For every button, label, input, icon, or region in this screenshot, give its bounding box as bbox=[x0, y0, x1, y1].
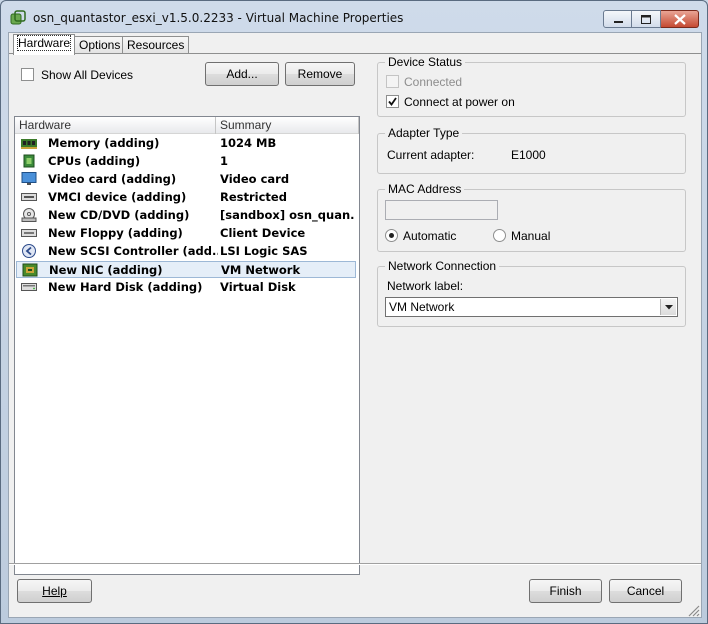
mac-automatic-label: Automatic bbox=[403, 229, 457, 243]
cpu-icon bbox=[23, 154, 35, 168]
minimize-button[interactable] bbox=[603, 10, 632, 28]
network-card-icon bbox=[22, 263, 38, 277]
maximize-button[interactable] bbox=[632, 10, 661, 28]
network-label-value: VM Network bbox=[389, 300, 455, 314]
connect-at-power-on-label: Connect at power on bbox=[404, 95, 515, 109]
vm-app-icon bbox=[10, 10, 26, 25]
cd-dvd-icon bbox=[21, 208, 37, 222]
mac-automatic-radio[interactable] bbox=[385, 229, 398, 242]
device-status-group: Device Status Connected Connect at power… bbox=[377, 55, 686, 117]
mac-manual-label: Manual bbox=[511, 229, 551, 243]
tab-resources[interactable]: Resources bbox=[122, 36, 190, 54]
list-item[interactable]: New Floppy (adding) Client Device bbox=[16, 225, 356, 242]
finish-button[interactable]: Finish bbox=[529, 579, 602, 603]
cancel-button[interactable]: Cancel bbox=[609, 579, 682, 603]
checkmark-icon bbox=[388, 97, 397, 106]
memory-icon bbox=[21, 139, 37, 149]
close-icon bbox=[674, 14, 686, 25]
add-device-button[interactable]: Add... bbox=[205, 62, 279, 86]
show-all-devices-checkbox[interactable] bbox=[21, 68, 34, 81]
close-button[interactable] bbox=[661, 10, 699, 28]
device-status-title: Device Status bbox=[385, 55, 466, 69]
monitor-icon bbox=[21, 172, 37, 185]
vmci-icon bbox=[21, 193, 37, 201]
scsi-controller-icon bbox=[22, 244, 36, 258]
hardware-list-header: Hardware Summary bbox=[15, 117, 359, 134]
connect-at-power-on-checkbox[interactable] bbox=[386, 95, 399, 108]
mac-manual-radio[interactable] bbox=[493, 229, 506, 242]
list-item[interactable]: Memory (adding) 1024 MB bbox=[16, 135, 356, 152]
connected-label: Connected bbox=[404, 75, 463, 89]
footer-divider bbox=[9, 563, 701, 565]
list-item[interactable]: VMCI device (adding) Restricted bbox=[16, 189, 356, 206]
list-item-selected[interactable]: New NIC (adding) VM Network bbox=[16, 261, 356, 278]
network-connection-group: Network Connection Network label: VM Net… bbox=[377, 259, 686, 327]
mac-address-title: MAC Address bbox=[385, 182, 465, 196]
help-button[interactable]: Help bbox=[17, 579, 92, 603]
window-title: osn_quantastor_esxi_v1.5.0.2233 - Virtua… bbox=[33, 11, 404, 25]
column-summary[interactable]: Summary bbox=[216, 117, 359, 134]
chevron-down-icon[interactable] bbox=[660, 299, 676, 315]
floppy-icon bbox=[21, 229, 37, 237]
resize-grip-icon[interactable] bbox=[686, 603, 700, 617]
tab-options[interactable]: Options bbox=[74, 36, 126, 54]
vm-properties-window: osn_quantastor_esxi_v1.5.0.2233 - Virtua… bbox=[0, 0, 708, 624]
minimize-icon bbox=[614, 21, 623, 23]
show-all-devices-label: Show All Devices bbox=[41, 68, 134, 82]
column-hardware[interactable]: Hardware bbox=[15, 117, 216, 134]
list-item[interactable]: New SCSI Controller (add... LSI Logic SA… bbox=[16, 243, 356, 260]
list-item[interactable]: New CD/DVD (adding) [sandbox] osn_quan..… bbox=[16, 207, 356, 224]
remove-device-button[interactable]: Remove bbox=[285, 62, 355, 86]
network-label-select[interactable]: VM Network bbox=[385, 297, 678, 317]
tab-hardware[interactable]: Hardware bbox=[13, 34, 76, 55]
dialog-client-area: Hardware Options Resources Show All Devi… bbox=[8, 32, 702, 618]
list-item[interactable]: CPUs (adding) 1 bbox=[16, 153, 356, 170]
maximize-icon bbox=[641, 15, 651, 24]
list-item[interactable]: New Hard Disk (adding) Virtual Disk bbox=[16, 279, 356, 296]
network-connection-title: Network Connection bbox=[385, 259, 500, 273]
adapter-type-title: Adapter Type bbox=[385, 126, 463, 140]
hardware-tab-page: Show All Devices Add... Remove Hardware … bbox=[9, 53, 701, 575]
mac-address-field[interactable] bbox=[385, 200, 498, 220]
hard-disk-icon bbox=[21, 283, 37, 291]
hardware-list[interactable]: Hardware Summary Memory (adding) 1024 MB… bbox=[14, 116, 360, 575]
mac-address-group: MAC Address Automatic Manual bbox=[377, 182, 686, 252]
title-bar[interactable]: osn_quantastor_esxi_v1.5.0.2233 - Virtua… bbox=[1, 1, 707, 33]
network-label-caption: Network label: bbox=[387, 279, 464, 293]
current-adapter-label: Current adapter: bbox=[387, 148, 475, 162]
adapter-type-group: Adapter Type Current adapter: E1000 bbox=[377, 126, 686, 174]
list-item[interactable]: Video card (adding) Video card bbox=[16, 171, 356, 188]
current-adapter-value: E1000 bbox=[511, 148, 546, 162]
connected-checkbox[interactable] bbox=[386, 75, 399, 88]
